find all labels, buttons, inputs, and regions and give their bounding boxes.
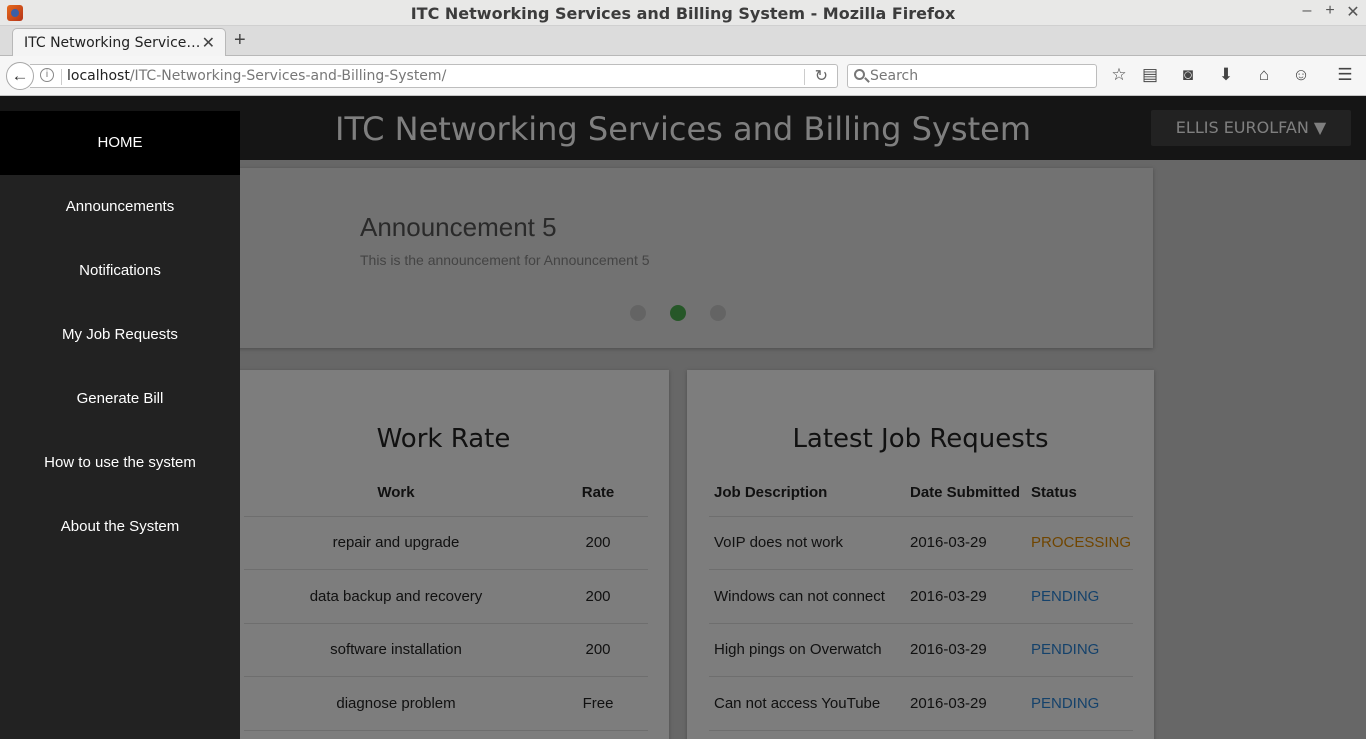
tab-close-icon[interactable]: ✕ [202,33,215,53]
new-tab-button[interactable]: + [234,29,246,52]
url-host: localhost [67,68,130,84]
search-bar[interactable] [847,64,1097,88]
sidebar-item-about[interactable]: About the System [0,495,240,559]
info-icon[interactable]: i [40,68,54,82]
back-button[interactable]: ← [6,62,34,90]
bookmark-star-icon[interactable]: ☆ [1108,65,1130,87]
maximize-button[interactable]: + [1320,2,1340,20]
sidebar-item-generate-bill[interactable]: Generate Bill [0,367,240,431]
url-text[interactable]: localhost/ITC-Networking-Services-and-Bi… [67,68,446,84]
minimize-button[interactable]: – [1297,2,1317,20]
url-bar[interactable]: i localhost/ITC-Networking-Services-and-… [30,64,838,88]
menu-icon[interactable]: ☰ [1334,65,1356,87]
tab-title: ITC Networking Service… [24,35,201,51]
sidebar-item-how-to-use[interactable]: How to use the system [0,431,240,495]
window-titlebar: ITC Networking Services and Billing Syst… [0,0,1366,26]
side-navigation: HOME Announcements Notifications My Job … [0,111,240,739]
tab-strip: ITC Networking Service… ✕ + [0,26,1366,57]
sidebar-item-my-job-requests[interactable]: My Job Requests [0,303,240,367]
search-input[interactable] [870,67,1090,85]
reload-icon[interactable]: ↻ [815,66,828,86]
browser-tab[interactable]: ITC Networking Service… ✕ [12,28,226,57]
url-separator-right [804,69,805,85]
sidebar-item-notifications[interactable]: Notifications [0,239,240,303]
page-viewport: ITC Networking Services and Billing Syst… [0,96,1366,739]
url-path: /ITC-Networking-Services-and-Billing-Sys… [129,68,447,84]
sidebar-item-announcements[interactable]: Announcements [0,175,240,239]
download-icon[interactable]: ⬇ [1215,65,1237,87]
reading-list-icon[interactable]: ▤ [1139,65,1161,87]
navigation-toolbar: i localhost/ITC-Networking-Services-and-… [0,56,1366,96]
sidebar-item-home[interactable]: HOME [0,111,240,175]
url-separator [61,69,62,85]
chat-icon[interactable]: ☺ [1290,65,1312,87]
pocket-icon[interactable]: ◙ [1177,65,1199,87]
window-title: ITC Networking Services and Billing Syst… [410,4,956,23]
home-icon[interactable]: ⌂ [1253,65,1275,87]
search-icon [854,69,865,80]
back-arrow-icon: ← [11,66,29,85]
close-window-button[interactable]: ✕ [1343,2,1363,22]
